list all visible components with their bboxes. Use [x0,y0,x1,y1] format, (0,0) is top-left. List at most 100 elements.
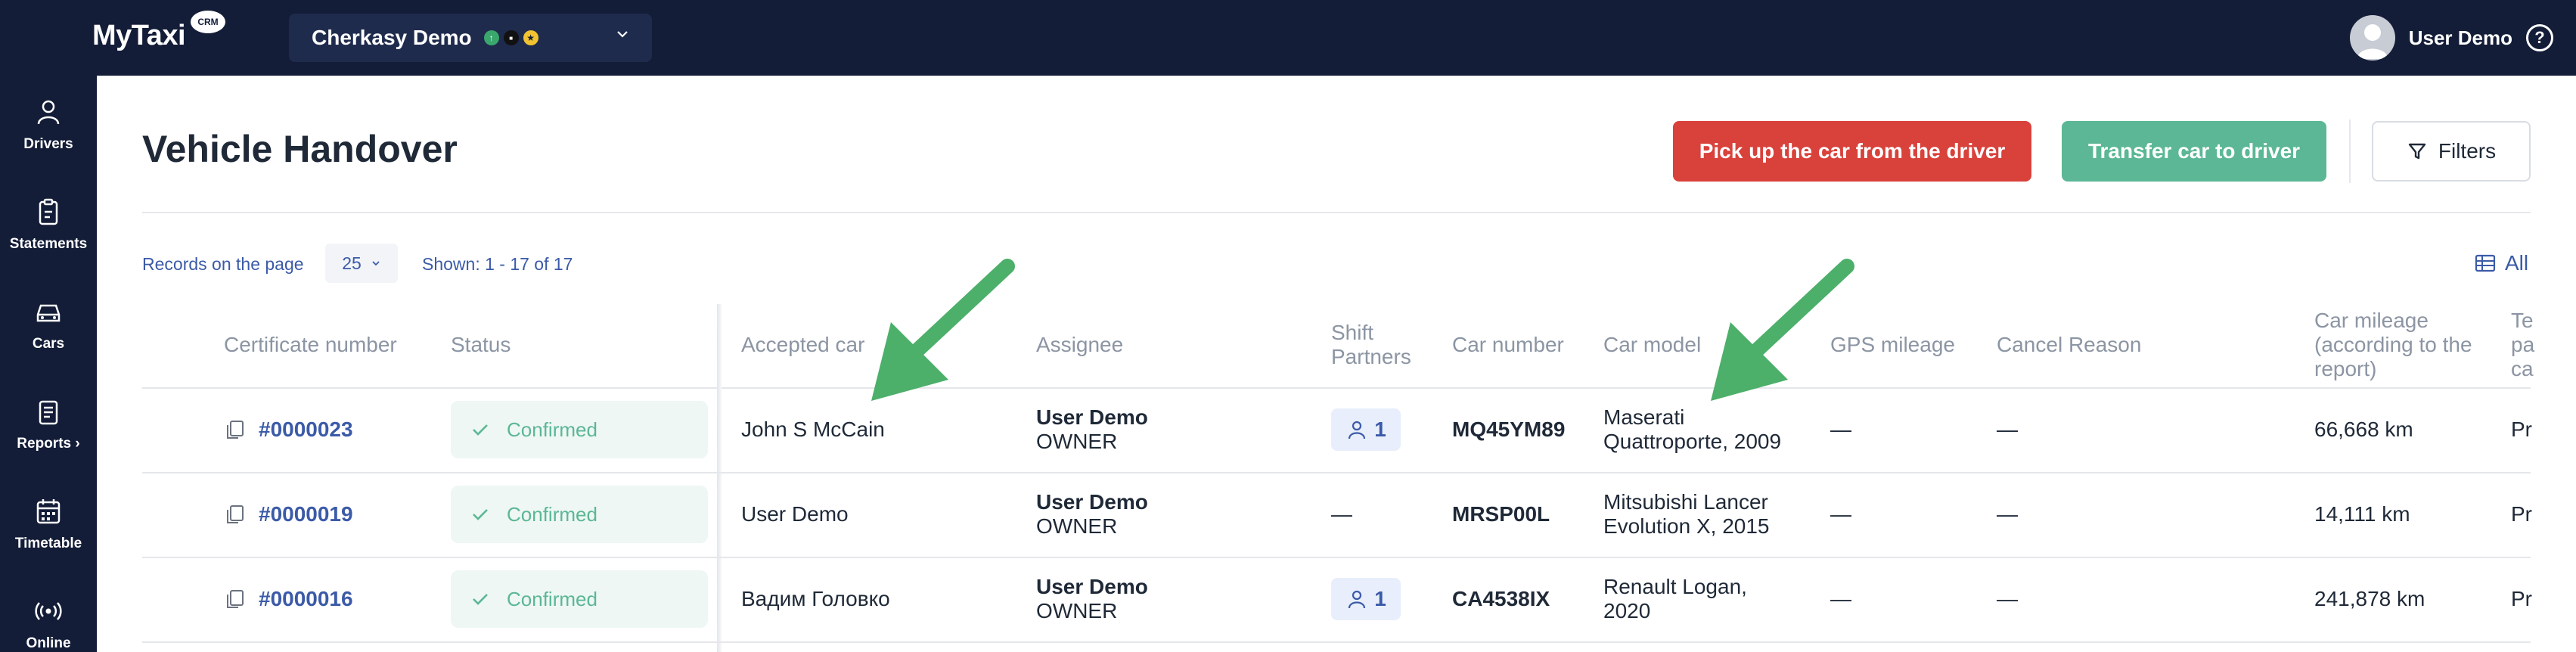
copy-icon[interactable] [224,503,247,526]
records-per-page-select[interactable]: 25 [325,244,398,283]
extra-cell: Pr [2511,418,2532,441]
status-text: Confirmed [507,587,597,610]
header-mileage-line: Car mileage [2314,309,2429,332]
user-icon [37,100,60,125]
check-icon [473,509,488,520]
company-badges: ↑ ■ ★ [483,30,538,45]
calendar-icon [36,499,61,524]
car-model-line: Renault Logan, [1603,575,1747,598]
sidebar-item-label: Timetable [14,536,82,551]
company-selector[interactable]: Cherkasy Demo ↑ ■ ★ [289,14,652,62]
pickup-car-button[interactable]: Pick up the car from the driver [1673,121,2031,182]
status-badge: Confirmed [451,401,708,458]
annotation-arrow-icon [871,259,1015,401]
table-row-certificate[interactable]: #0000019 [224,502,353,526]
table-row-certificate[interactable]: #0000023 [224,418,353,442]
filters-label: Filters [2438,139,2497,163]
status-badge: Confirmed [451,570,708,628]
chevron-down-icon [372,261,380,266]
page-title: Vehicle Handover [142,128,458,170]
user-icon [1349,421,1366,439]
divider [142,557,2531,558]
sidebar-item-label: Cars [32,336,65,352]
assignee: User Demo OWNER [1036,575,1148,623]
status-text: Confirmed [507,502,597,526]
columns-toggle[interactable]: All [2475,251,2528,275]
sidebar-item-timetable[interactable]: Timetable [0,496,97,552]
shift-partners-empty: — [1331,502,1352,526]
filters-button[interactable]: Filters [2372,121,2531,182]
sidebar-item-drivers[interactable]: Drivers [0,97,97,153]
user-name[interactable]: User Demo [2409,26,2512,50]
sidebar-item-label: Online [26,635,71,651]
shift-partners-count: 1 [1374,587,1386,610]
top-bar: MyTaxi CRM Cherkasy Demo ↑ ■ ★ User Demo… [0,0,2576,76]
table-columns-icon [2475,254,2496,272]
header-shift-partners[interactable]: Shift Partners [1331,321,1411,369]
header-cancel-reason[interactable]: Cancel Reason [1997,333,2141,357]
header-extra-line: Te [2511,309,2534,332]
gps-mileage: — [1830,502,1851,526]
user-icon [1349,590,1366,609]
sidebar-item-statements[interactable]: Statements [0,197,97,253]
gps-mileage: — [1830,418,1851,441]
copy-icon[interactable] [224,418,247,441]
certificate-link[interactable]: #0000016 [259,587,353,611]
header-car-mileage[interactable]: Car mileage (according to the report) [2314,309,2472,381]
copy-icon[interactable] [224,588,247,610]
check-icon [473,424,488,436]
car-icon [36,304,61,322]
header-status[interactable]: Status [451,333,511,357]
sidebar-item-cars[interactable]: Cars [0,297,97,352]
divider [142,212,2531,213]
header-shift-line: Shift [1331,321,1374,344]
sidebar-item-reports[interactable]: Reports › [0,396,97,452]
user-menu[interactable]: User Demo ? [2349,0,2576,76]
car-model: Mitsubishi Lancer Evolution X, 2015 [1603,490,1770,539]
header-certificate-number[interactable]: Certificate number [224,333,397,357]
header-accepted-car[interactable]: Accepted car [741,333,864,357]
certificate-link[interactable]: #0000023 [259,418,353,442]
car-model: Renault Logan, 2020 [1603,575,1747,623]
transfer-car-button[interactable]: Transfer car to driver [2062,121,2326,182]
header-car-model[interactable]: Car model [1603,333,1701,357]
car-model-line: Maserati [1603,405,1685,429]
header-assignee[interactable]: Assignee [1036,333,1123,357]
cancel-reason: — [1997,502,2018,526]
status-text: Confirmed [507,418,597,441]
header-extra-line: ca [2511,357,2534,380]
cancel-reason: — [1997,418,2018,441]
sidebar-item-online[interactable]: Online [0,596,97,652]
avatar[interactable] [2349,15,2395,61]
user-avatar-icon [2357,24,2388,59]
shift-partners-badge[interactable]: 1 [1331,578,1401,620]
header-car-number[interactable]: Car number [1452,333,1564,357]
car-mileage: 66,668 km [2314,418,2413,441]
header-extra-column[interactable]: Te pa ca [2511,309,2534,381]
divider [142,641,2531,643]
broadcast-icon [35,602,62,620]
shift-partners-badge[interactable]: 1 [1331,408,1401,451]
check-icon [473,594,488,605]
taxi-logo-icon: ■ [503,30,519,45]
car-model: Maserati Quattroporte, 2009 [1603,405,1781,454]
table-row-certificate[interactable]: #0000016 [224,587,353,611]
assignee: User Demo OWNER [1036,405,1148,454]
assignee-name: User Demo [1036,575,1148,598]
help-icon[interactable]: ? [2526,24,2553,51]
shift-partners-count: 1 [1374,418,1386,441]
columns-toggle-label: All [2505,251,2529,275]
car-number: MQ45YM89 [1452,418,1566,441]
certificate-link[interactable]: #0000019 [259,502,353,526]
records-per-page-value: 25 [342,253,362,273]
app-logo[interactable]: MyTaxi [92,20,186,52]
extra-cell: Pr [2511,502,2532,526]
assignee-name: User Demo [1036,405,1148,429]
accepted-car-driver: Вадим Головко [741,587,890,610]
status-badge: Confirmed [451,486,708,543]
cancel-reason: — [1997,587,2018,610]
divider [2349,120,2351,183]
car-number: CA4538IX [1452,587,1550,610]
car-number: MRSP00L [1452,502,1550,526]
car-model-line: Mitsubishi Lancer [1603,490,1768,514]
